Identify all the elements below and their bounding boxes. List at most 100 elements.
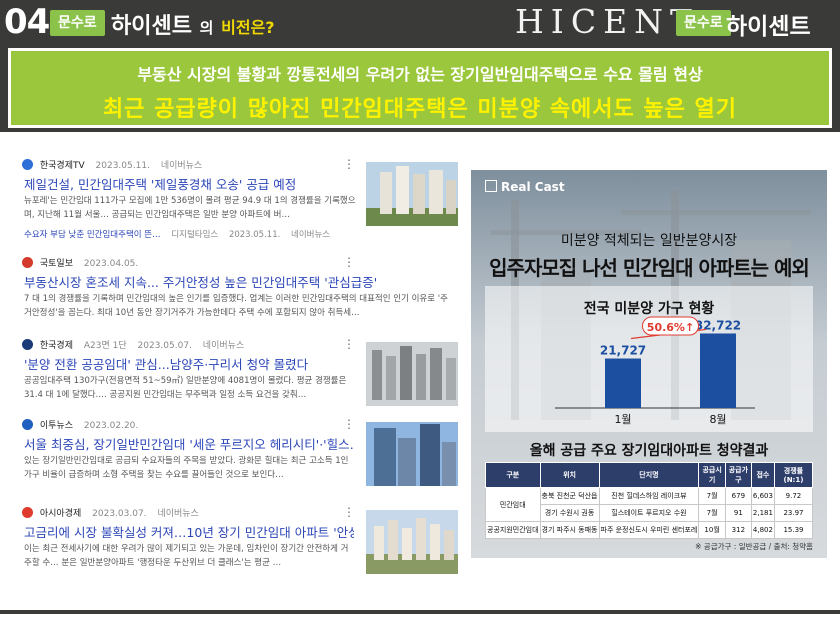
logo-box-icon [485, 180, 497, 192]
bar-8월 [700, 333, 736, 408]
news-snippet: 이는 최근 전세사기에 대한 우려가 많이 제기되고 있는 가운데, 임차인이 … [24, 544, 349, 568]
news-item[interactable]: 한국경제TV 2023.05.11. 네이버뉴스 ⋮ 제일건설, 민간임대주택 … [16, 157, 464, 244]
table-cell: 경기 수원시 권동 [539, 504, 600, 522]
press-logo-icon [22, 507, 33, 518]
news-source-row: 국토일보 2023.04.05. [22, 256, 138, 269]
news-snippet: 있는 장기일반민간임대로 공급되 수요자들의 주목을 받았다. 광화문 힐대는 … [24, 456, 349, 480]
news-paper: A23면 1단 [83, 341, 127, 351]
news-source-row: 아시아경제 2023.03.07. 네이버뉴스 [22, 506, 199, 519]
more-options-icon[interactable]: ⋮ [343, 417, 355, 431]
news-snippet: 공공임대주택 130가구(전용면적 51~59㎡) 일반분양에 4081명이 몰… [24, 376, 347, 400]
news-title[interactable]: 서울 최중심, 장기일반민간임대 '세운 푸르지오 헤리시티'·'힐스… [24, 434, 354, 453]
news-item[interactable]: 국토일보 2023.04.05. ⋮ 부동산시장 혼조세 지속... 주거안정성… [16, 255, 464, 342]
more-options-icon[interactable]: ⋮ [343, 255, 355, 269]
more-options-icon[interactable]: ⋮ [343, 157, 355, 171]
news-source-row: 한국경제 A23면 1단 2023.05.07. 네이버뉴스 [22, 338, 244, 351]
press-logo-icon [22, 339, 33, 350]
press-logo-icon [22, 257, 33, 268]
table-header-cell: 공급가구 [724, 462, 752, 488]
table-title: 올해 공급 주요 장기임대아파트 청약결과 [529, 443, 769, 459]
news-thumbnail[interactable] [366, 342, 458, 406]
title-accent: 비전은? [221, 18, 275, 37]
table-cell: 312 [724, 521, 752, 539]
related-news[interactable]: 수요자 부담 낮춘 민간임대주택이 뜬… 디지털타임스 2023.05.11. … [24, 228, 330, 240]
news-portal[interactable]: 네이버뉴스 [161, 161, 202, 171]
news-source: 한국경제 [39, 341, 73, 351]
table-header-cell: 경쟁률(N:1) [773, 462, 814, 488]
bar-chart: 21,7271월32,7228월50.6%↑ [555, 316, 755, 426]
news-source-row: 한국경제TV 2023.05.11. 네이버뉴스 [22, 158, 202, 171]
news-source-row: 이투뉴스 2023.02.20. [22, 418, 138, 431]
table-cell: 7월 [698, 504, 726, 522]
news-title[interactable]: 제일건설, 민간임대주택 '제일풍경채 오송' 공급 예정 [24, 174, 354, 193]
news-snippet: 뉴포레'는 민간임대 111가구 모집에 1만 536명이 몰려 평균 94.9… [24, 196, 356, 220]
news-title[interactable]: 부동산시장 혼조세 지속... 주거안정성 높은 민간임대주택 '관심급증' [24, 272, 454, 291]
more-options-icon[interactable]: ⋮ [343, 337, 355, 351]
table-header-cell: 단지명 [598, 462, 700, 488]
table-cell: 진천 힐데스하임 레이크뷰 [598, 487, 700, 505]
table-cell: 91 [724, 504, 752, 522]
title-small: 의 [199, 19, 214, 37]
bar-value-label: 21,727 [600, 344, 646, 358]
table-cell: 15.39 [773, 521, 814, 539]
press-logo-icon [22, 419, 33, 430]
section-number: 04 [4, 2, 50, 42]
table-cell: 2,181 [750, 504, 775, 522]
news-snippet: 7 대 1의 경쟁률을 기록하며 민간임대의 높은 인기를 입증했다. 업계는 … [24, 294, 448, 318]
news-thumbnail[interactable] [366, 510, 458, 574]
news-thumbnail[interactable] [366, 422, 458, 486]
news-date: 2023.03.07. [92, 509, 147, 519]
realcast-logo: Real Cast [485, 180, 565, 194]
news-date: 2023.05.07. [137, 341, 192, 351]
table-cell: 679 [724, 487, 752, 505]
badge-right: 문수로 [676, 10, 731, 36]
news-list: 한국경제TV 2023.05.11. 네이버뉴스 ⋮ 제일건설, 민간임대주택 … [16, 148, 464, 588]
news-date: 2023.02.20. [83, 421, 139, 431]
table-cell: 4,802 [750, 521, 775, 539]
table-cell: 6,603 [750, 487, 775, 505]
news-thumbnail[interactable] [366, 162, 458, 226]
table-header-cell: 구분 [485, 462, 541, 488]
news-source: 아시아경제 [39, 509, 82, 519]
related-date: 2023.05.11. [228, 230, 281, 240]
table-cell: 9.72 [773, 487, 814, 505]
related-source: 디지털타임스 [171, 230, 219, 240]
chart: 전국 미분양 가구 현황 21,727 1월 32,722 8월 50.6%↑ [485, 286, 813, 432]
news-source: 이투뉴스 [39, 421, 73, 431]
footer-divider [0, 610, 840, 614]
banner-line-2: 최근 공급량이 많아진 민간임대주택은 미분양 속에서도 높은 열기 [102, 97, 738, 122]
press-logo-icon [22, 159, 33, 170]
news-date: 2023.04.05. [83, 259, 139, 269]
news-portal[interactable]: 네이버뉴스 [157, 509, 198, 519]
table-cell: 공공지원민간임대 [485, 521, 541, 539]
news-item[interactable]: 한국경제 A23면 1단 2023.05.07. 네이버뉴스 ⋮ '분양 전환 … [16, 337, 464, 424]
table-header-cell: 공급시기 [698, 462, 726, 488]
infographic-headline: 입주자모집 나선 민간임대 아파트는 예외 [489, 256, 810, 280]
bar-1월 [605, 358, 641, 408]
table-cell: 경기 파주시 동패동 [539, 521, 600, 539]
table-cell: 힐스테이트 푸르지오 수원 [598, 504, 700, 522]
more-options-icon[interactable]: ⋮ [343, 505, 355, 519]
news-portal[interactable]: 네이버뉴스 [203, 341, 244, 351]
results-table: 구분 위치 단지명 공급시기 공급가구 접수 경쟁률(N:1) 민간임대 충북 진천군 덕산읍… [485, 462, 814, 539]
news-item[interactable]: 아시아경제 2023.03.07. 네이버뉴스 ⋮ 고금리에 시장 불확실성 커… [16, 505, 464, 592]
table-header-cell: 접수 [750, 462, 775, 488]
hicent-logo: HICENT [515, 2, 700, 41]
badge-left: 문수로 [50, 10, 105, 36]
category-label: 1월 [614, 413, 631, 426]
news-title[interactable]: '분양 전환 공공임대' 관심...남양주·구리서 청약 몰렸다 [24, 354, 354, 373]
source-note: ※ 공급가구 : 일반공급 / 출처: 청약홈 [695, 542, 813, 551]
table-header-row: 구분 위치 단지명 공급시기 공급가구 접수 경쟁률(N:1) [485, 462, 814, 488]
news-title[interactable]: 고금리에 시장 불확실성 커져…10년 장기 민간임대 아파트 '안성… [24, 522, 354, 541]
table-cell: 7월 [698, 487, 726, 505]
related-portal[interactable]: 네이버뉴스 [291, 230, 330, 240]
table-cell: 10월 [698, 521, 726, 539]
table-row: 민간임대 충북 진천군 덕산읍 진천 힐데스하임 레이크뷰 7월 679 6,603 9.7… [485, 487, 814, 522]
news-source: 한국경제TV [39, 161, 85, 171]
related-title[interactable]: 수요자 부담 낮춘 민간임대주택이 뜬… [24, 230, 161, 240]
news-item[interactable]: 이투뉴스 2023.02.20. ⋮ 서울 최중심, 장기일반민간임대 '세운 … [16, 417, 464, 504]
banner-line-1: 부동산 시장의 불황과 깡통전세의 우려가 없는 장기일반임대주택으로 수요 몰… [137, 65, 703, 84]
brand-name: 하이센트 [726, 14, 811, 40]
header: 04 문수로 하이센트 의 비전은? HICENT 문수로 하이센트 부동산 시… [0, 0, 840, 132]
page-title: 하이센트 의 비전은? [111, 8, 275, 40]
